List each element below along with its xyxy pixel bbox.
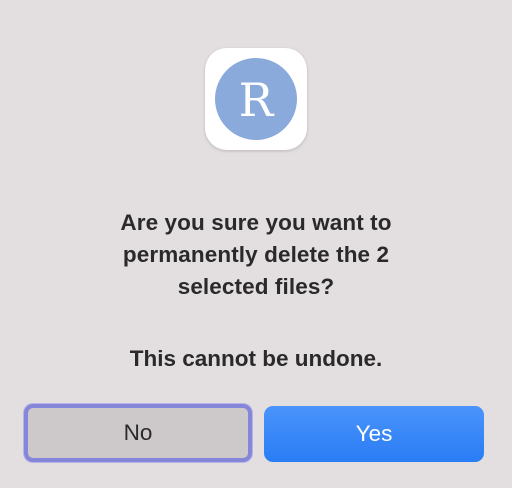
r-logo-letter: R <box>238 73 274 127</box>
confirm-delete-dialog: R Are you sure you want to permanently d… <box>0 0 512 488</box>
dialog-warning: This cannot be undone. <box>129 346 383 371</box>
message-line: permanently delete the 2 <box>122 242 390 267</box>
no-button-label: No <box>123 420 153 445</box>
message-line: selected files? <box>177 274 335 299</box>
message-line: Are you sure you want to <box>120 210 392 235</box>
yes-button-label: Yes <box>355 421 393 446</box>
r-app-icon: R <box>205 48 307 150</box>
r-logo-circle: R <box>215 58 297 140</box>
yes-button[interactable]: Yes <box>264 406 484 462</box>
dialog-message: Are you sure you want to permanently del… <box>40 207 472 303</box>
no-button[interactable]: No <box>24 404 252 462</box>
